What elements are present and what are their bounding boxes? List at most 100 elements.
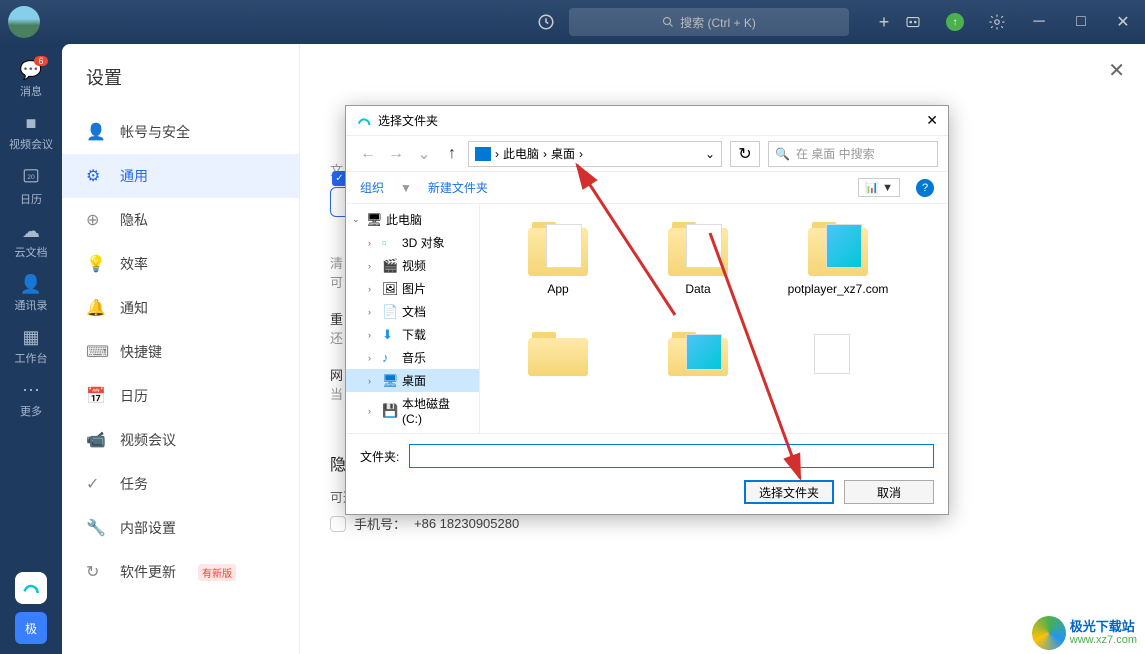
dropdown-icon[interactable]: ⌄ xyxy=(412,142,436,166)
settings-title: 设置 xyxy=(62,60,299,110)
breadcrumb[interactable]: › 此电脑 › 桌面 › ⌄ xyxy=(468,141,722,167)
rail-calendar[interactable]: 20 日历 xyxy=(0,160,62,213)
rail-workbench[interactable]: ▦ 工作台 xyxy=(0,321,62,372)
folder-item[interactable] xyxy=(488,324,628,433)
nav-shortcut[interactable]: ⌨快捷键 xyxy=(62,330,299,374)
folder-app[interactable]: App xyxy=(488,214,628,324)
folder-dialog: 选择文件夹 ✕ ← → ⌄ ↑ › 此电脑 › 桌面 › ⌄ ↻ 🔍 在 桌面 … xyxy=(345,105,949,515)
rail-label: 日历 xyxy=(20,191,42,207)
camera-icon: 📹 xyxy=(86,430,104,450)
up-icon[interactable]: ↑ xyxy=(440,142,464,166)
grid-icon: ▦ xyxy=(22,327,39,348)
rail-video[interactable]: ■ 视频会议 xyxy=(0,107,62,158)
back-icon[interactable]: ← xyxy=(356,142,380,166)
search-icon: 🔍 xyxy=(775,147,790,161)
app-icon-ji[interactable]: 极 xyxy=(15,612,47,644)
settings-nav: 设置 👤帐号与安全 ⚙通用 ⊕隐私 💡效率 🔔通知 ⌨快捷键 📅日历 📹视频会议… xyxy=(62,44,300,654)
rail-label: 通讯录 xyxy=(15,297,48,313)
nav-tasks[interactable]: ✓任务 xyxy=(62,462,299,506)
gear-icon[interactable] xyxy=(983,8,1011,36)
nav-efficiency[interactable]: 💡效率 xyxy=(62,242,299,286)
tree-video[interactable]: ›🎬视频 xyxy=(346,254,479,277)
video-icon: ■ xyxy=(26,113,37,134)
new-folder-button[interactable]: 新建文件夹 xyxy=(428,179,488,196)
folder-data[interactable]: Data xyxy=(628,214,768,324)
rail-docs[interactable]: ☁ 云文档 xyxy=(0,215,62,266)
rail-messages[interactable]: 💬 消息 6 xyxy=(0,54,62,105)
phone-value: +86 18230905280 xyxy=(414,516,519,531)
view-button[interactable]: 📊 ▼ xyxy=(858,178,900,197)
cancel-button[interactable]: 取消 xyxy=(844,480,934,504)
bell-icon: 🔔 xyxy=(86,298,104,318)
gear-icon: ⚙ xyxy=(86,166,104,186)
minimize-icon[interactable]: ─ xyxy=(1025,8,1053,36)
close-settings-icon[interactable]: ✕ xyxy=(1108,58,1125,83)
checkbox[interactable] xyxy=(330,516,346,532)
folder-potplayer[interactable]: potplayer_xz7.com xyxy=(768,214,908,324)
refresh-icon: ↻ xyxy=(86,562,104,582)
pc-icon xyxy=(475,147,491,161)
rail-label: 工作台 xyxy=(15,350,48,366)
calendar-icon: 20 xyxy=(22,166,40,189)
left-rail: 💬 消息 6 ■ 视频会议 20 日历 ☁ 云文档 👤 通讯录 ▦ 工作台 ⋯ … xyxy=(0,44,62,654)
folder-item[interactable] xyxy=(768,324,908,433)
select-folder-button[interactable]: 选择文件夹 xyxy=(744,480,834,504)
keyboard-icon: ⌨ xyxy=(86,342,104,362)
tree-pc[interactable]: ⌄🖥此电脑 xyxy=(346,208,479,231)
rail-label: 视频会议 xyxy=(9,136,53,152)
tree-disk-c[interactable]: ›💾本地磁盘 (C:) xyxy=(346,392,479,429)
tree-image[interactable]: ›🖼图片 xyxy=(346,277,479,300)
watermark-title: 极光下载站 xyxy=(1070,620,1137,634)
refresh-icon[interactable]: ↻ xyxy=(730,141,760,167)
tree-3d[interactable]: ›▫3D 对象 xyxy=(346,231,479,254)
rail-contacts[interactable]: 👤 通讯录 xyxy=(0,268,62,319)
contacts-icon: 👤 xyxy=(20,274,42,295)
rail-label: 消息 xyxy=(20,83,42,99)
nav-meeting[interactable]: 📹视频会议 xyxy=(62,418,299,462)
forward-icon: → xyxy=(384,142,408,166)
bulb-icon: 💡 xyxy=(86,254,104,274)
upload-icon[interactable]: ↑ xyxy=(941,8,969,36)
app-icon xyxy=(356,113,372,129)
more-icon: ⋯ xyxy=(22,380,40,401)
rail-label: 更多 xyxy=(20,403,42,419)
robot-icon[interactable] xyxy=(899,8,927,36)
app-icon-lark[interactable] xyxy=(15,572,47,604)
phone-checkbox-row[interactable]: 手机号： +86 18230905280 xyxy=(330,514,1115,533)
nav-update[interactable]: ↻软件更新有新版 xyxy=(62,550,299,594)
nav-privacy[interactable]: ⊕隐私 xyxy=(62,198,299,242)
tree-doc[interactable]: ›📄文档 xyxy=(346,300,479,323)
nav-account[interactable]: 👤帐号与安全 xyxy=(62,110,299,154)
close-icon[interactable]: ✕ xyxy=(1109,8,1137,36)
rail-more[interactable]: ⋯ 更多 xyxy=(0,374,62,425)
nav-calendar[interactable]: 📅日历 xyxy=(62,374,299,418)
avatar[interactable] xyxy=(8,6,40,38)
dialog-search[interactable]: 🔍 在 桌面 中搜索 xyxy=(768,141,938,167)
help-icon[interactable]: ? xyxy=(916,179,934,197)
nav-general[interactable]: ⚙通用 xyxy=(62,154,299,198)
tree-download[interactable]: ›⬇下载 xyxy=(346,323,479,346)
tree-music[interactable]: ›♪音乐 xyxy=(346,346,479,369)
svg-text:20: 20 xyxy=(27,174,35,181)
nav-notify[interactable]: 🔔通知 xyxy=(62,286,299,330)
dialog-title: 选择文件夹 xyxy=(378,112,438,129)
search-input[interactable]: 搜索 (Ctrl + K) xyxy=(569,8,849,36)
dialog-titlebar: 选择文件夹 ✕ xyxy=(346,106,948,136)
dialog-footer: 文件夹: 选择文件夹 取消 xyxy=(346,433,948,514)
search-placeholder: 搜索 (Ctrl + K) xyxy=(680,14,756,31)
dialog-toolbar: 组织 ▼ 新建文件夹 📊 ▼ ? xyxy=(346,172,948,204)
folder-item[interactable] xyxy=(628,324,768,433)
folder-input[interactable] xyxy=(409,444,934,468)
plus-icon[interactable]: + xyxy=(869,7,899,37)
chevron-down-icon[interactable]: ⌄ xyxy=(705,147,715,161)
dialog-close-icon[interactable]: ✕ xyxy=(926,112,938,129)
new-badge: 有新版 xyxy=(198,564,236,581)
history-icon[interactable] xyxy=(531,7,561,37)
check-icon: ✓ xyxy=(86,474,104,494)
nav-internal[interactable]: 🔧内部设置 xyxy=(62,506,299,550)
tree-desktop[interactable]: ›🖥桌面 xyxy=(346,369,479,392)
maximize-icon[interactable]: □ xyxy=(1067,8,1095,36)
organize-button[interactable]: 组织 xyxy=(360,179,384,196)
rail-label: 云文档 xyxy=(15,244,48,260)
watermark-url: www.xz7.com xyxy=(1070,634,1137,646)
